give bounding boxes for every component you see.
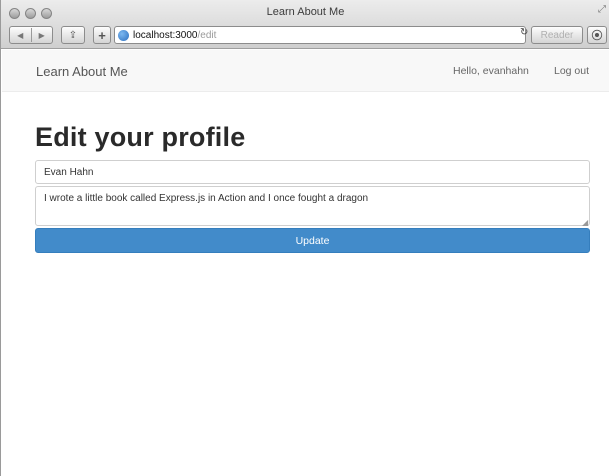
address-bar[interactable]: localhost:3000 /edit xyxy=(114,26,526,44)
brand-link[interactable]: Learn About Me xyxy=(36,64,128,79)
add-bookmark-button[interactable]: + xyxy=(93,26,111,44)
update-button[interactable]: Update xyxy=(35,228,590,253)
reload-icon[interactable]: ↻ xyxy=(520,27,528,38)
forward-icon[interactable]: ▶ xyxy=(32,31,53,40)
fullscreen-icon[interactable]: ⤢ xyxy=(598,4,606,15)
page-title: Edit your profile xyxy=(35,122,246,152)
window-title: Learn About Me xyxy=(266,6,345,18)
reading-list-icon: ⦿ xyxy=(591,30,603,42)
url-host: localhost:3000 xyxy=(133,29,198,41)
bio-textarea[interactable]: I wrote a little book called Express.js … xyxy=(35,186,590,226)
reader-button[interactable]: Reader xyxy=(531,26,583,44)
reading-list-button[interactable]: ⦿ xyxy=(587,26,607,44)
back-icon[interactable]: ◀ xyxy=(10,31,31,40)
resize-grip-icon[interactable]: ◢ xyxy=(582,218,588,227)
back-forward-buttons[interactable]: ◀ ▶ xyxy=(9,26,53,44)
plus-icon: + xyxy=(98,27,106,43)
site-navbar: Learn About Me Hello, evanhahn Log out xyxy=(2,50,609,92)
logout-link[interactable]: Log out xyxy=(554,65,589,77)
title-bar: Learn About Me ⤢ ◀ ▶ ⇪ + localhost:3000 … xyxy=(1,0,609,49)
url-path: /edit xyxy=(197,29,217,41)
browser-window: Learn About Me ⤢ ◀ ▶ ⇪ + localhost:3000 … xyxy=(0,0,609,476)
share-icon: ⇪ xyxy=(68,29,78,41)
share-button[interactable]: ⇪ xyxy=(61,26,85,44)
globe-icon xyxy=(118,29,129,41)
user-greeting: Hello, evanhahn xyxy=(453,65,529,77)
display-name-input[interactable] xyxy=(35,160,590,184)
